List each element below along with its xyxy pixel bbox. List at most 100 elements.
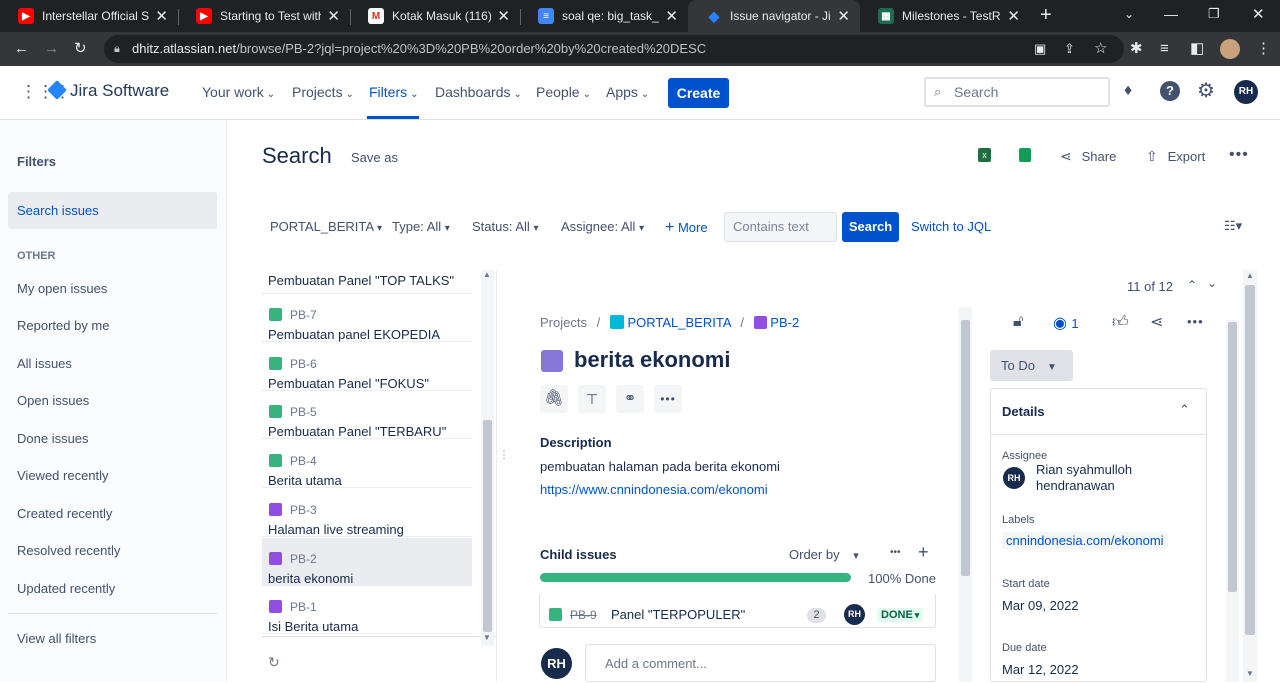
start-date-value[interactable]: Mar 09, 2022 bbox=[1002, 598, 1079, 613]
details-header[interactable]: Details ⌃ bbox=[991, 389, 1206, 435]
child-issue-key[interactable]: PB-9 bbox=[570, 608, 597, 622]
jira-logo-text[interactable]: Jira Software bbox=[70, 81, 169, 101]
close-icon[interactable]: ✕ bbox=[155, 7, 168, 25]
browser-tab[interactable]: ≡ soal qe: big_task_1 - G ✕ bbox=[520, 0, 688, 32]
address-bar[interactable]: 🔒︎ dhitz.atlassian.net/browse/PB-2?jql=p… bbox=[104, 35, 1124, 63]
breadcrumb-projects[interactable]: Projects bbox=[540, 315, 587, 330]
scroll-down-arrow-icon[interactable]: ▼ bbox=[483, 633, 491, 642]
help-icon[interactable]: ? bbox=[1160, 81, 1180, 101]
window-close-icon[interactable]: ✕ bbox=[1252, 5, 1265, 23]
assignee-name[interactable]: Rian syahmulloh hendranawan bbox=[1036, 462, 1156, 492]
breadcrumb-project[interactable]: PORTAL_BERITA bbox=[627, 315, 730, 330]
list-item[interactable]: PB-3 Halaman live streaming bbox=[262, 489, 472, 537]
settings-gear-icon[interactable]: ⚙ bbox=[1197, 78, 1215, 103]
refresh-icon[interactable]: ↻ bbox=[268, 654, 280, 671]
nav-dashboards[interactable]: Dashboards ⌄ bbox=[435, 84, 522, 100]
global-search-input[interactable]: ⌕ Search bbox=[924, 77, 1110, 107]
type-filter[interactable]: Type: All ▾ bbox=[392, 219, 450, 234]
more-filters-button[interactable]: + More bbox=[665, 219, 708, 237]
bookmark-star-icon[interactable]: ☆ bbox=[1094, 40, 1107, 58]
sheets-icon[interactable] bbox=[1019, 148, 1031, 162]
list-item[interactable]: PB-5 Pembuatan Panel "TERBARU" bbox=[262, 391, 472, 440]
sidebar-item-created-recently[interactable]: Created recently bbox=[17, 506, 112, 521]
nav-filters[interactable]: Filters ⌄ bbox=[369, 84, 419, 100]
contains-text-input[interactable]: Contains text bbox=[724, 212, 837, 242]
list-item[interactable]: PB-7 Pembuatan panel EKOPEDIA bbox=[262, 294, 472, 342]
child-assignee-avatar[interactable]: RH bbox=[844, 604, 865, 625]
browser-tab-active[interactable]: ◆ Issue navigator - Jira ✕ bbox=[688, 0, 860, 32]
share-page-icon[interactable]: ⇪ bbox=[1064, 40, 1075, 58]
list-item[interactable]: PB-2 berita ekonomi bbox=[262, 537, 472, 586]
browser-tab[interactable]: ▦ Milestones - TestRail ✕ bbox=[860, 0, 1030, 32]
sidebar-item-done-issues[interactable]: Done issues bbox=[17, 431, 89, 446]
project-filter[interactable]: PORTAL_BERITA ▾ bbox=[270, 219, 382, 234]
restore-icon[interactable]: ❐ bbox=[1208, 6, 1220, 22]
page-scrollbar-thumb[interactable] bbox=[1245, 285, 1255, 635]
search-button[interactable]: Search bbox=[842, 212, 899, 242]
nav-people[interactable]: People ⌄ bbox=[536, 84, 591, 100]
list-item[interactable]: PB-4 Berita utama bbox=[262, 440, 472, 489]
list-item[interactable]: PB-6 Pembuatan Panel "FOKUS" bbox=[262, 343, 472, 391]
view-all-filters-link[interactable]: View all filters bbox=[17, 631, 96, 646]
child-more-icon[interactable]: ••• bbox=[890, 547, 901, 558]
profile-avatar[interactable] bbox=[1220, 39, 1240, 59]
nav-projects[interactable]: Projects ⌄ bbox=[292, 84, 354, 100]
new-tab-icon[interactable]: + bbox=[1040, 4, 1052, 27]
watch-button[interactable]: ◉ 1 bbox=[1053, 313, 1079, 333]
due-date-value[interactable]: Mar 12, 2022 bbox=[1002, 662, 1079, 677]
reading-list-icon[interactable]: ≡ bbox=[1160, 40, 1169, 58]
close-icon[interactable]: ✕ bbox=[1007, 7, 1020, 25]
layout-switcher-icon[interactable]: ☷▾ bbox=[1224, 218, 1242, 234]
close-icon[interactable]: ✕ bbox=[497, 7, 510, 25]
save-as-button[interactable]: Save as bbox=[351, 150, 398, 165]
back-icon[interactable]: ← bbox=[14, 40, 29, 58]
scroll-down-arrow-icon[interactable]: ▼ bbox=[1246, 669, 1254, 678]
order-by-button[interactable]: Order by ▾ bbox=[789, 547, 859, 562]
link-icon[interactable]: ⚭ bbox=[616, 385, 644, 413]
label-chip[interactable]: cnnindonesia.com/ekonomi bbox=[1002, 532, 1168, 549]
add-child-icon[interactable]: + bbox=[918, 542, 929, 563]
details-scrollbar-thumb[interactable] bbox=[1228, 322, 1237, 592]
status-transition-button[interactable]: To Do ▼ bbox=[990, 350, 1073, 381]
resize-handle-icon[interactable]: ⋮ bbox=[499, 450, 509, 461]
notifications-bell-icon[interactable]: ♦ bbox=[1124, 82, 1132, 100]
browser-tab[interactable]: ▶ Starting to Test with Te ✕ bbox=[178, 0, 350, 32]
browser-menu-icon[interactable]: ⋮ bbox=[1256, 40, 1271, 58]
description-text[interactable]: pembuatan halaman pada berita ekonomi bbox=[540, 459, 780, 474]
sidebar-item-viewed-recently[interactable]: Viewed recently bbox=[17, 468, 109, 483]
issue-actions-icon[interactable]: ••• bbox=[1187, 314, 1204, 329]
status-filter[interactable]: Status: All ▾ bbox=[472, 219, 538, 234]
chevron-up-icon[interactable]: ⌃ bbox=[1179, 402, 1190, 418]
description-link[interactable]: https://www.cnnindonesia.com/ekonomi bbox=[540, 482, 768, 497]
close-icon[interactable]: ✕ bbox=[837, 7, 850, 25]
list-item[interactable]: PB-1 Isi Berita utama bbox=[262, 586, 472, 635]
sidebar-item-open-issues[interactable]: Open issues bbox=[17, 393, 89, 408]
child-issue-row[interactable]: PB-9 Panel "TERPOPULER" 2 RH DONE ▾ bbox=[539, 594, 936, 628]
sidebar-item-reported-by-me[interactable]: Reported by me bbox=[17, 318, 110, 333]
chevron-down-icon[interactable]: ⌄ bbox=[1207, 276, 1217, 290]
reload-icon[interactable]: ↻ bbox=[74, 40, 87, 58]
sidebar-item-updated-recently[interactable]: Updated recently bbox=[17, 581, 115, 596]
share-icon[interactable]: ⋖ bbox=[1150, 312, 1163, 332]
extensions-icon[interactable]: ✱ bbox=[1130, 40, 1143, 58]
close-icon[interactable]: ✕ bbox=[327, 7, 340, 25]
create-button[interactable]: Create bbox=[668, 78, 729, 108]
more-icon[interactable]: ••• bbox=[654, 385, 682, 413]
sidebar-item-all-issues[interactable]: All issues bbox=[17, 356, 72, 371]
sidebar-item-search-issues[interactable]: Search issues bbox=[8, 192, 217, 229]
switch-to-jql-link[interactable]: Switch to JQL bbox=[911, 219, 991, 234]
user-avatar[interactable]: RH bbox=[1234, 80, 1258, 104]
close-icon[interactable]: ✕ bbox=[665, 7, 678, 25]
minimize-icon[interactable]: — bbox=[1164, 6, 1178, 22]
browser-tab[interactable]: M Kotak Masuk (116) - r ✕ bbox=[350, 0, 520, 32]
nav-apps[interactable]: Apps ⌄ bbox=[606, 84, 649, 100]
assignee-filter[interactable]: Assignee: All ▾ bbox=[561, 219, 644, 234]
like-icon[interactable]: 👍︎ bbox=[1112, 313, 1129, 332]
lock-icon[interactable]: 🔓︎ bbox=[1013, 313, 1023, 331]
list-item[interactable]: Pembuatan Panel "TOP TALKS" bbox=[262, 264, 472, 294]
sidebar-item-resolved-recently[interactable]: Resolved recently bbox=[17, 543, 120, 558]
nav-your-work[interactable]: Your work ⌄ bbox=[202, 84, 275, 100]
issue-title[interactable]: berita ekonomi bbox=[574, 347, 730, 373]
chevron-up-icon[interactable]: ⌃ bbox=[1187, 278, 1197, 292]
breadcrumb-issue-key[interactable]: PB-2 bbox=[770, 315, 799, 330]
